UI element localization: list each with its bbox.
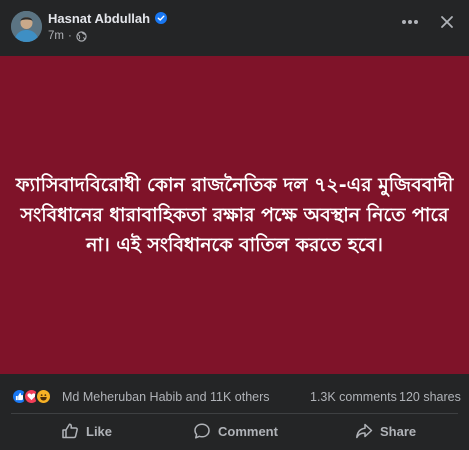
post-text: ফ্যাসিবাদবিরোধী কোন রাজনৈতিক দল ৭২-এর মু…	[15, 174, 454, 256]
post-time[interactable]: 7m	[48, 30, 64, 42]
more-options-icon[interactable]	[398, 12, 422, 32]
comments-count[interactable]: 1.3K comments	[310, 390, 397, 404]
like-icon	[62, 423, 78, 439]
author-name[interactable]: Hasnat Abdullah	[48, 11, 150, 26]
reactors-text[interactable]: Md Meheruban Habib and 11K others	[62, 390, 270, 404]
post-content-card[interactable]: ফ্যাসিবাদবিরোধী কোন রাজনৈতিক দল ৭২-এর মু…	[0, 56, 469, 374]
avatar-image	[11, 11, 42, 42]
comment-label: Comment	[218, 423, 278, 439]
verified-badge-icon	[155, 12, 167, 24]
facebook-post: Hasnat Abdullah 7m · ফ্যাসিবাদবিরোধী কোন…	[0, 0, 469, 450]
share-label: Share	[380, 423, 417, 439]
meta-separator: ·	[67, 30, 72, 42]
engagement-bar: Md Meheruban Habib and 11K others 1.3K c…	[0, 380, 469, 414]
shares-count[interactable]: 120 shares	[399, 390, 461, 404]
close-icon[interactable]	[437, 12, 457, 32]
reaction-icons[interactable]	[11, 388, 52, 406]
like-button[interactable]: Like	[61, 416, 112, 446]
post-actions: Like Comment Share	[0, 416, 469, 446]
post-meta: 7m ·	[48, 30, 87, 42]
author-avatar[interactable]	[11, 11, 42, 42]
share-button[interactable]: Share	[355, 416, 416, 446]
comment-icon	[194, 423, 210, 439]
comment-button[interactable]: Comment	[193, 416, 278, 446]
globe-icon[interactable]	[76, 30, 87, 42]
actions-divider	[11, 413, 458, 414]
haha-reaction-icon	[35, 388, 52, 405]
post-header: Hasnat Abdullah 7m ·	[0, 0, 469, 54]
share-icon	[356, 423, 373, 439]
like-label: Like	[86, 423, 113, 439]
